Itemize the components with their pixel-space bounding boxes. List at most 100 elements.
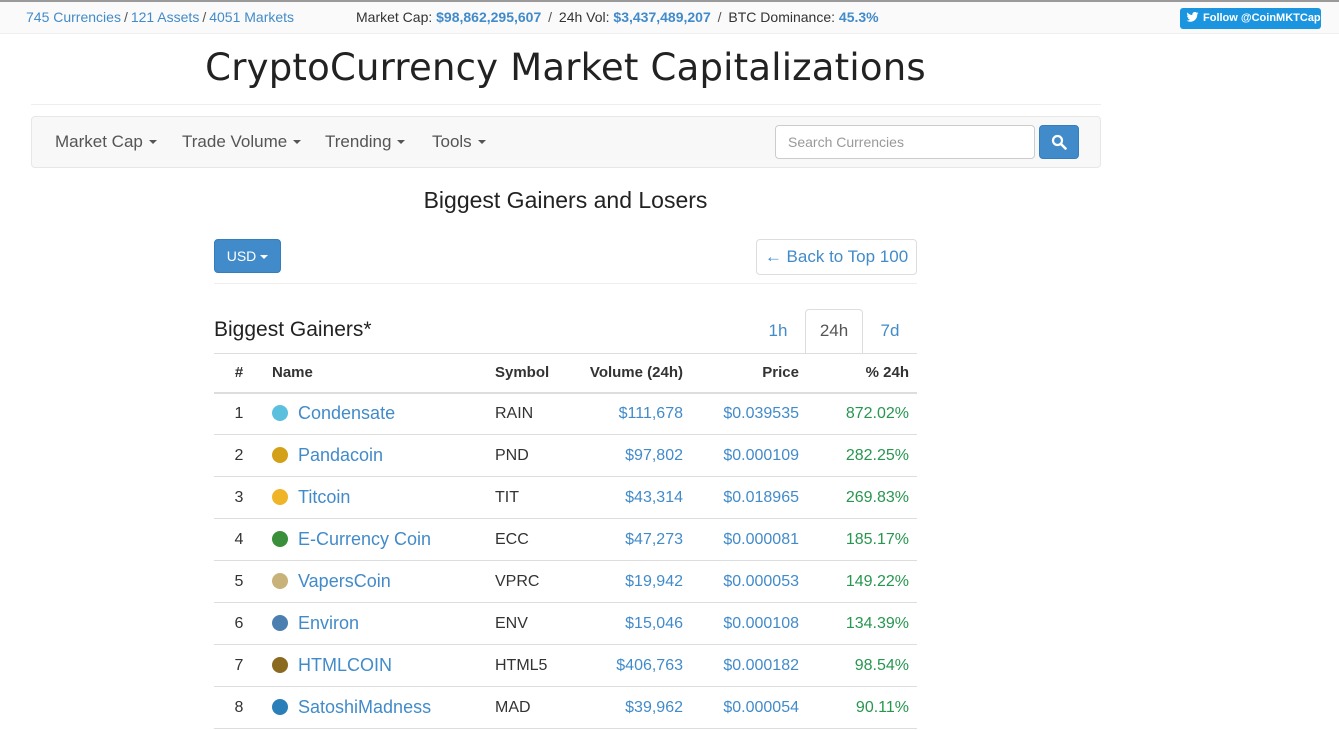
currency-link[interactable]: Titcoin <box>298 487 350 507</box>
volume-value: $3,437,489,207 <box>613 9 711 25</box>
price-link[interactable]: $0.000182 <box>723 657 799 674</box>
back-to-top-100-button[interactable]: ← Back to Top 100 <box>756 239 917 275</box>
nav-trade-volume[interactable]: Trade Volume <box>182 132 302 152</box>
price-cell: $0.000081 <box>691 518 807 561</box>
global-stats: Market Cap: $98,862,295,607 / 24h Vol: $… <box>356 9 879 25</box>
volume-link[interactable]: $39,962 <box>625 699 683 716</box>
chevron-down-icon <box>260 255 269 259</box>
search-input[interactable] <box>775 125 1035 159</box>
search-button[interactable] <box>1039 125 1079 159</box>
chevron-down-icon <box>148 140 157 144</box>
table-row: 4 E-Currency Coin ECC $47,273 $0.000081 185.1… <box>214 518 917 561</box>
currency-link[interactable]: Environ <box>298 613 359 633</box>
stats-bar: 745 Currencies/121 Assets/4051 Markets M… <box>0 0 1339 34</box>
price-cell: $0.000054 <box>691 686 807 729</box>
header-change[interactable]: % 24h <box>807 353 917 394</box>
header-volume[interactable]: Volume (24h) <box>573 353 691 394</box>
html-coin-icon <box>272 657 288 673</box>
twitter-follow-button[interactable]: Follow @CoinMKTCap <box>1180 8 1321 29</box>
separator: / <box>202 9 207 25</box>
price-link[interactable]: $0.000054 <box>723 699 799 716</box>
currency-link[interactable]: E-Currency Coin <box>298 529 431 549</box>
markets-link[interactable]: 4051 Markets <box>209 9 294 25</box>
chevron-down-icon <box>397 140 406 144</box>
title-divider <box>31 104 1101 105</box>
volume-cell: $19,942 <box>573 560 691 603</box>
twitter-bird-icon <box>1186 12 1199 22</box>
change-cell: 90.11% <box>807 686 917 729</box>
volume-cell: $111,678 <box>573 392 691 435</box>
table-row: 5 VapersCoin VPRC $19,942 $0.000053 149.22% <box>214 560 917 603</box>
rank-cell: 8 <box>214 686 264 729</box>
rank-cell: 2 <box>214 434 264 477</box>
currency-link[interactable]: VapersCoin <box>298 571 391 591</box>
name-cell: Condensate <box>264 392 487 435</box>
currencies-link[interactable]: 745 Currencies <box>26 9 121 25</box>
table-row: 6 Environ ENV $15,046 $0.000108 134.39% <box>214 602 917 645</box>
price-link[interactable]: $0.039535 <box>723 405 799 422</box>
header-symbol[interactable]: Symbol <box>487 353 573 394</box>
header-rank[interactable]: # <box>214 353 264 394</box>
change-cell: 185.17% <box>807 518 917 561</box>
nav-market-cap[interactable]: Market Cap <box>55 132 157 152</box>
nav-trending[interactable]: Trending <box>325 132 406 152</box>
table-row: 3 Titcoin TIT $43,314 $0.018965 269.83% <box>214 476 917 519</box>
price-cell: $0.000182 <box>691 644 807 687</box>
panda-coin-icon <box>272 447 288 463</box>
change-cell: 872.02% <box>807 392 917 435</box>
rank-cell: 6 <box>214 602 264 645</box>
price-link[interactable]: $0.000109 <box>723 447 799 464</box>
chevron-down-icon <box>477 140 486 144</box>
volume-cell: $406,763 <box>573 644 691 687</box>
price-cell: $0.018965 <box>691 476 807 519</box>
symbol-cell: PND <box>487 434 573 477</box>
header-price[interactable]: Price <box>691 353 807 394</box>
main-navbar: Market Cap Trade Volume Trending Tools <box>31 116 1101 168</box>
currency-link[interactable]: Pandacoin <box>298 445 383 465</box>
dominance-label: BTC Dominance: <box>728 9 836 25</box>
search-icon <box>1051 134 1067 150</box>
price-link[interactable]: $0.018965 <box>723 489 799 506</box>
follow-label: Follow @CoinMKTCap <box>1203 12 1321 24</box>
tab-7d[interactable]: 7d <box>865 309 915 354</box>
price-link[interactable]: $0.000108 <box>723 615 799 632</box>
volume-link[interactable]: $47,273 <box>625 531 683 548</box>
nav-tools[interactable]: Tools <box>432 132 486 152</box>
symbol-cell: ENV <box>487 602 573 645</box>
name-cell: VapersCoin <box>264 560 487 603</box>
page-heading: Biggest Gainers and Losers <box>423 187 708 213</box>
currency-dropdown[interactable]: USD <box>214 239 281 273</box>
volume-label: 24h Vol: <box>558 9 610 25</box>
volume-link[interactable]: $406,763 <box>616 657 683 674</box>
assets-link[interactable]: 121 Assets <box>131 9 200 25</box>
table-row: 8 SatoshiMadness MAD $39,962 $0.000054 90.11% <box>214 686 917 729</box>
price-link[interactable]: $0.000081 <box>723 531 799 548</box>
volume-link[interactable]: $111,678 <box>619 405 683 422</box>
gold-coin-icon <box>272 489 288 505</box>
currency-link[interactable]: SatoshiMadness <box>298 697 431 717</box>
satoshi-madness-icon <box>272 699 288 715</box>
content-divider <box>214 283 917 284</box>
name-cell: Titcoin <box>264 476 487 519</box>
separator: / <box>548 9 553 25</box>
volume-link[interactable]: $15,046 <box>625 615 683 632</box>
currency-link[interactable]: HTMLCOIN <box>298 655 392 675</box>
volume-cell: $15,046 <box>573 602 691 645</box>
table-row: 1 Condensate RAIN $111,678 $0.039535 872.02% <box>214 392 917 435</box>
volume-link[interactable]: $19,942 <box>625 573 683 590</box>
price-link[interactable]: $0.000053 <box>723 573 799 590</box>
header-name[interactable]: Name <box>264 353 487 394</box>
name-cell: Pandacoin <box>264 434 487 477</box>
volume-cell: $43,314 <box>573 476 691 519</box>
currency-link[interactable]: Condensate <box>298 403 395 423</box>
market-cap-label: Market Cap: <box>356 9 433 25</box>
table-row: 2 Pandacoin PND $97,802 $0.000109 282.25% <box>214 434 917 477</box>
tab-24h[interactable]: 24h <box>805 309 863 354</box>
price-cell: $0.000109 <box>691 434 807 477</box>
volume-link[interactable]: $43,314 <box>625 489 683 506</box>
name-cell: E-Currency Coin <box>264 518 487 561</box>
symbol-cell: VPRC <box>487 560 573 603</box>
separator: / <box>717 9 722 25</box>
tab-1h[interactable]: 1h <box>753 309 803 354</box>
volume-link[interactable]: $97,802 <box>625 447 683 464</box>
